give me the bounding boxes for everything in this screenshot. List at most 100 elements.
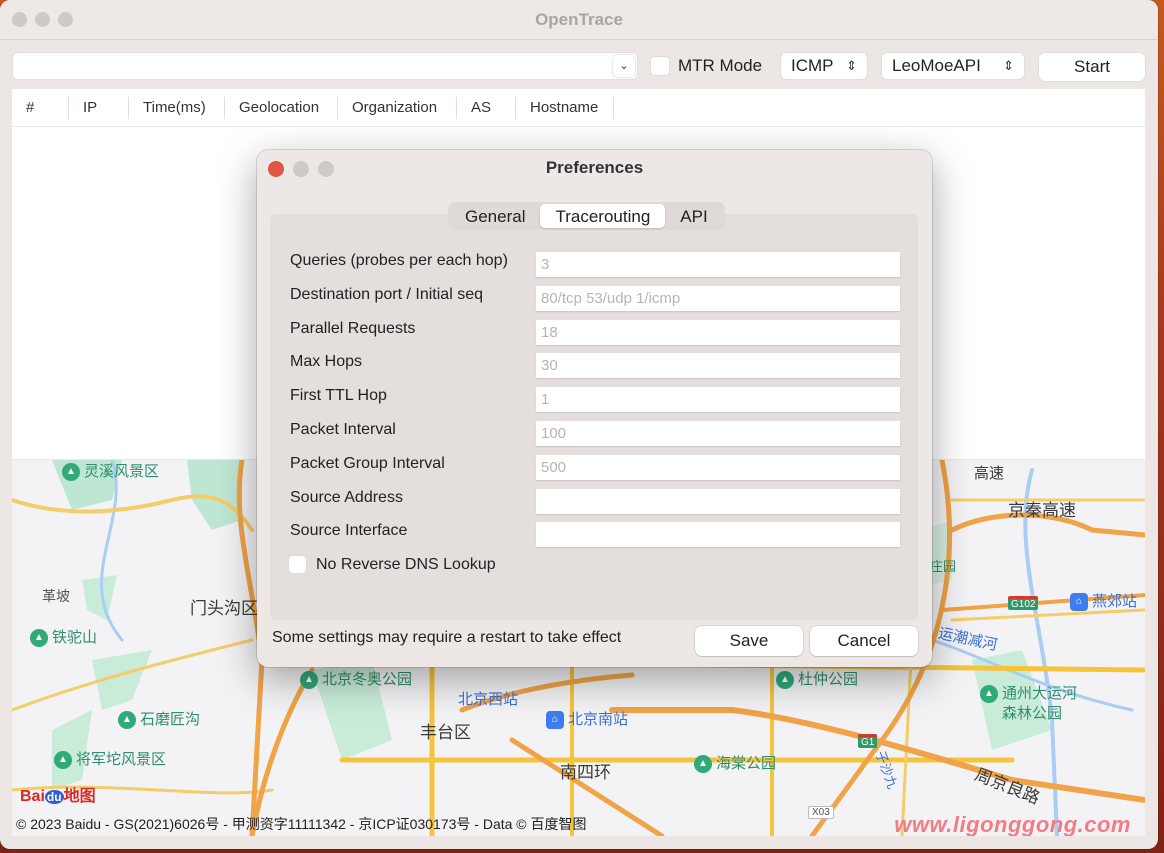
map-poi-beijing-west[interactable]: 北京西站 <box>458 688 518 709</box>
tracerouting-form: Queries (probes per each hop) Destinatio… <box>290 250 900 554</box>
window-title: OpenTrace <box>535 10 623 29</box>
field-label: Source Address <box>290 488 403 506</box>
map-poi-beijing-south[interactable]: ⌂ 北京南站 <box>546 708 628 730</box>
chevron-down-icon[interactable]: ⌄ <box>613 55 635 77</box>
road-badge-g102: G102 <box>1008 596 1039 610</box>
paw-icon: du <box>44 790 64 804</box>
park-pin-icon: ▲ <box>54 751 72 770</box>
field-queries: Queries (probes per each hop) <box>290 250 900 284</box>
destination-port-input[interactable] <box>536 285 900 311</box>
column-header-as[interactable]: AS <box>457 96 516 119</box>
no-reverse-dns-checkbox[interactable] <box>288 555 307 574</box>
source-address-input[interactable] <box>536 488 900 514</box>
tab-general[interactable]: General <box>450 204 540 228</box>
field-label: First TTL Hop <box>290 387 387 405</box>
column-header-geolocation[interactable]: Geolocation <box>225 96 338 119</box>
no-reverse-dns-label: No Reverse DNS Lookup <box>316 555 496 573</box>
park-pin-icon: ▲ <box>694 755 712 774</box>
mtr-mode-checkbox[interactable] <box>650 56 670 76</box>
field-label: Packet Interval <box>290 420 396 438</box>
map-poi-tongzhou-park[interactable]: ▲ 通州大运河 <box>980 682 1077 704</box>
queries-input[interactable] <box>536 252 900 277</box>
updown-chevron-icon: ⇕ <box>846 58 857 73</box>
map-poi-tietuoshan[interactable]: ▲ 铁驼山 <box>30 626 97 648</box>
host-combobox[interactable]: ⌄ <box>12 52 638 80</box>
api-value: LeoMoeAPI <box>892 56 981 75</box>
column-header-organization[interactable]: Organization <box>338 96 457 119</box>
max-hops-input[interactable] <box>536 353 900 379</box>
mountain-pin-icon: ▲ <box>30 629 48 648</box>
field-packet-interval: Packet Interval <box>290 419 900 453</box>
map-poi-shimojianggou[interactable]: ▲ 石磨匠沟 <box>118 708 200 730</box>
dialog-title-bar: Preferences <box>257 150 932 188</box>
protocol-select[interactable]: ICMP ⇕ <box>780 52 868 80</box>
map-label-expressway: 高速 <box>974 465 1005 482</box>
map-poi-yanjiao-station[interactable]: ⌂ 燕郊站 <box>1070 590 1137 612</box>
first-ttl-hop-input[interactable] <box>536 387 900 413</box>
updown-chevron-icon: ⇕ <box>1003 58 1014 73</box>
field-first-ttl-hop: First TTL Hop <box>290 385 900 419</box>
source-interface-input[interactable] <box>536 522 900 548</box>
map-poi-dongao-park[interactable]: ▲ 北京冬奥公园 <box>300 668 412 690</box>
map-poi-haitang-park[interactable]: ▲ 海棠公园 <box>694 752 776 774</box>
train-station-icon: ⌂ <box>546 711 564 730</box>
map-poi-tongzhou-park-line2: 森林公园 <box>1002 705 1063 722</box>
column-header-hostname[interactable]: Hostname <box>516 96 614 119</box>
mountain-pin-icon: ▲ <box>118 711 136 730</box>
tab-api[interactable]: API <box>665 204 722 228</box>
map-label-fengtai: 丰台区 <box>420 723 471 742</box>
map-poi-jiangjuntuo[interactable]: ▲ 将军坨风景区 <box>54 748 166 770</box>
cancel-button[interactable]: Cancel <box>810 626 918 656</box>
field-label: Source Interface <box>290 522 408 540</box>
park-pin-icon: ▲ <box>980 685 998 704</box>
map-label-jingqin-expressway: 京秦高速 <box>1008 501 1076 520</box>
column-header-hop[interactable]: # <box>12 96 69 119</box>
packet-group-interval-input[interactable] <box>536 454 900 480</box>
column-header-time[interactable]: Time(ms) <box>129 96 225 119</box>
field-label: Parallel Requests <box>290 319 416 337</box>
park-pin-icon: ▲ <box>62 463 80 482</box>
field-source-address: Source Address <box>290 487 900 521</box>
dialog-title: Preferences <box>545 158 644 177</box>
field-label: Destination port / Initial seq <box>290 285 483 303</box>
preferences-tabs: General Tracerouting API <box>448 202 725 230</box>
park-pin-icon: ▲ <box>776 671 794 690</box>
preferences-dialog: Preferences General Tracerouting API Que… <box>257 150 932 667</box>
road-badge-g1: G1 <box>858 734 878 748</box>
map-label-park-edge: 庄园 <box>930 559 957 574</box>
title-bar: OpenTrace <box>0 0 1158 40</box>
parallel-requests-input[interactable] <box>536 319 900 345</box>
field-label: Queries (probes per each hop) <box>290 252 508 269</box>
field-label: Max Hops <box>290 353 363 371</box>
restart-note: Some settings may require a restart to t… <box>272 629 622 646</box>
map-copyright: © 2023 Baidu - GS(2021)6026号 - 甲测资字11111… <box>16 816 587 832</box>
mtr-mode-label: MTR Mode <box>678 56 763 75</box>
field-packet-group-interval: Packet Group Interval <box>290 453 900 487</box>
toolbar: ⌄ MTR Mode ICMP ⇕ LeoMoeAPI ⇕ Start <box>12 52 1146 82</box>
map-label-south-4th-ring: 南四环 <box>560 763 611 782</box>
field-destination-port: Destination port / Initial seq <box>290 284 900 318</box>
road-badge-x03: X03 <box>808 806 834 819</box>
mtr-mode-toggle[interactable]: MTR Mode <box>650 56 762 76</box>
column-header-ip[interactable]: IP <box>69 96 129 119</box>
save-button[interactable]: Save <box>695 626 803 656</box>
park-pin-icon: ▲ <box>300 671 318 690</box>
protocol-value: ICMP <box>791 56 834 75</box>
packet-interval-input[interactable] <box>536 420 900 446</box>
map-poi-lingxi[interactable]: ▲ 灵溪风景区 <box>62 460 159 482</box>
field-max-hops: Max Hops <box>290 351 900 385</box>
map-label-mentougou: 门头沟区 <box>190 599 258 618</box>
field-parallel-requests: Parallel Requests <box>290 318 900 352</box>
map-poi-duzhong-park[interactable]: ▲ 杜仲公园 <box>776 668 858 690</box>
start-button[interactable]: Start <box>1038 52 1146 82</box>
train-station-icon: ⌂ <box>1070 593 1088 612</box>
field-label: Packet Group Interval <box>290 454 445 472</box>
tab-tracerouting[interactable]: Tracerouting <box>540 204 666 228</box>
api-select[interactable]: LeoMoeAPI ⇕ <box>881 52 1025 80</box>
watermark: www.ligonggong.com <box>894 812 1131 836</box>
map-label-gepo: 革坡 <box>42 588 70 604</box>
no-reverse-dns-toggle[interactable]: No Reverse DNS Lookup <box>288 555 496 574</box>
field-source-interface: Source Interface <box>290 520 900 554</box>
table-header: # IP Time(ms) Geolocation Organization A… <box>12 89 1145 127</box>
baidu-map-logo[interactable]: Bai du 地图 <box>20 782 96 806</box>
